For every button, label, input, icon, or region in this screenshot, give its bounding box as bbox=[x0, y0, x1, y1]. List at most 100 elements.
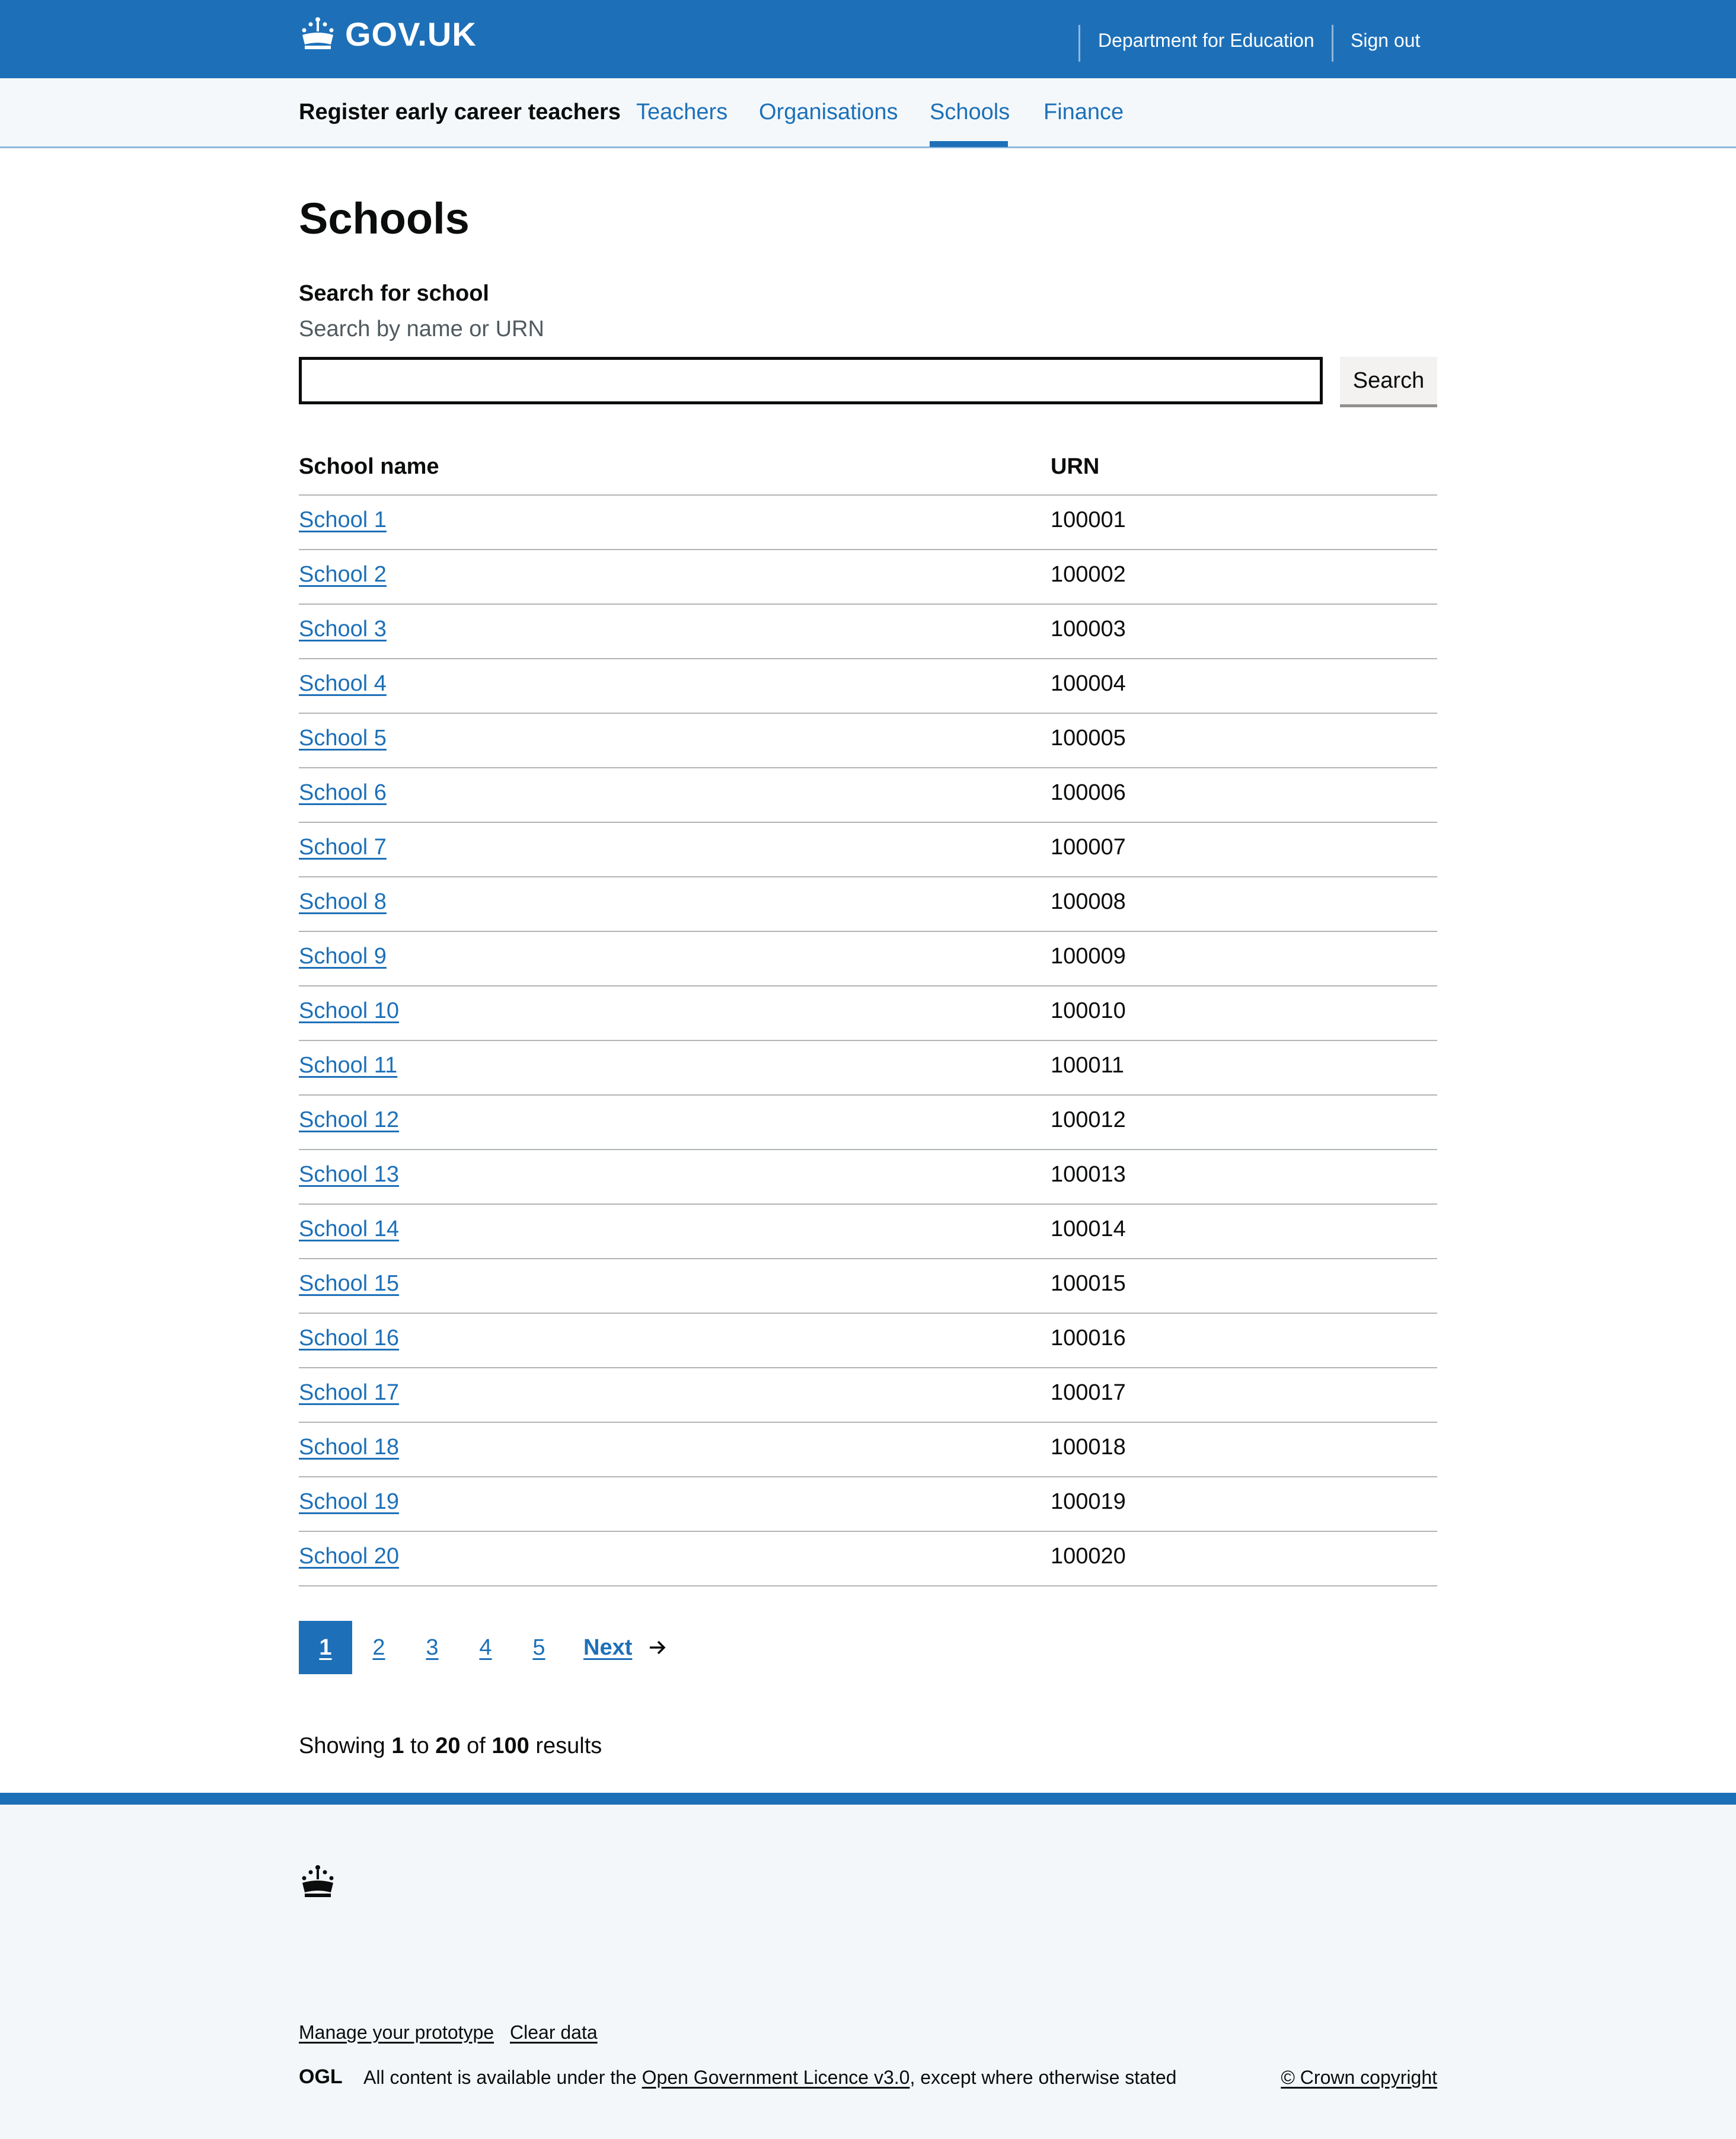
ogl-logo-text: OGL bbox=[299, 2065, 343, 2087]
table-row: School 5 100005 bbox=[299, 713, 1437, 767]
school-name-link[interactable]: School 17 bbox=[299, 1380, 399, 1406]
licence-prefix: All content is available under the bbox=[363, 2067, 637, 2088]
page-link-1[interactable]: 1 bbox=[299, 1621, 352, 1674]
school-name-link[interactable]: School 7 bbox=[299, 835, 387, 860]
school-name-link[interactable]: School 8 bbox=[299, 889, 387, 915]
govuk-logotype: GOV.UK bbox=[345, 15, 477, 53]
column-header-school-name: School name bbox=[299, 454, 439, 479]
school-name-link[interactable]: School 12 bbox=[299, 1107, 399, 1133]
nav-item-teachers[interactable]: Teachers bbox=[636, 100, 727, 125]
school-urn: 100003 bbox=[1051, 617, 1126, 641]
table-bottom-border bbox=[299, 1585, 1437, 1586]
school-urn: 100006 bbox=[1051, 780, 1126, 805]
table-row: School 15 100015 bbox=[299, 1258, 1437, 1313]
table-row: School 12 100012 bbox=[299, 1094, 1437, 1149]
department-link[interactable]: Department for Education bbox=[1098, 30, 1314, 52]
page-link-2[interactable]: 2 bbox=[352, 1621, 406, 1674]
school-urn: 100002 bbox=[1051, 562, 1126, 587]
search-label: Search for school bbox=[299, 281, 489, 306]
results-to-word: to bbox=[410, 1733, 429, 1758]
school-urn: 100020 bbox=[1051, 1544, 1126, 1569]
school-name-link[interactable]: School 6 bbox=[299, 780, 387, 806]
table-row: School 11 100011 bbox=[299, 1040, 1437, 1094]
school-urn: 100016 bbox=[1051, 1326, 1126, 1351]
nav-item-finance[interactable]: Finance bbox=[1043, 100, 1124, 125]
school-urn: 100018 bbox=[1051, 1435, 1126, 1460]
results-summary: Showing 1 to 20 of 100 results bbox=[299, 1733, 602, 1759]
table-row: School 8 100008 bbox=[299, 876, 1437, 931]
table-row: School 16 100016 bbox=[299, 1313, 1437, 1367]
school-urn: 100011 bbox=[1051, 1053, 1124, 1078]
school-urn: 100004 bbox=[1051, 671, 1126, 696]
nav-item-organisations[interactable]: Organisations bbox=[759, 100, 898, 125]
nav-active-indicator bbox=[930, 141, 1008, 147]
licence-link[interactable]: Open Government Licence v3.0 bbox=[642, 2067, 910, 2088]
table-row: School 13 100013 bbox=[299, 1149, 1437, 1203]
licence-text: All content is available under the Open … bbox=[363, 2067, 1176, 2089]
results-total: 100 bbox=[492, 1733, 529, 1758]
table-row: School 1 100001 bbox=[299, 494, 1437, 549]
results-prefix: Showing bbox=[299, 1733, 385, 1758]
school-name-link[interactable]: School 20 bbox=[299, 1544, 399, 1569]
ogl-logo: OGL bbox=[299, 2065, 343, 2087]
header-divider bbox=[1332, 25, 1333, 62]
results-from: 1 bbox=[391, 1733, 404, 1758]
school-urn: 100013 bbox=[1051, 1162, 1126, 1187]
licence-suffix: , except where otherwise stated bbox=[910, 2067, 1177, 2088]
table-row: School 6 100006 bbox=[299, 767, 1437, 822]
school-name-link[interactable]: School 18 bbox=[299, 1435, 399, 1460]
table-row: School 19 100019 bbox=[299, 1476, 1437, 1531]
school-urn: 100019 bbox=[1051, 1489, 1126, 1514]
arrow-right-icon bbox=[650, 1640, 666, 1655]
school-urn: 100012 bbox=[1051, 1107, 1126, 1132]
sign-out-link[interactable]: Sign out bbox=[1351, 30, 1420, 52]
page-link-5[interactable]: 5 bbox=[512, 1621, 566, 1674]
school-name-link[interactable]: School 1 bbox=[299, 507, 387, 533]
results-to: 20 bbox=[435, 1733, 461, 1758]
school-name-link[interactable]: School 13 bbox=[299, 1162, 399, 1187]
school-name-link[interactable]: School 10 bbox=[299, 998, 399, 1024]
school-urn: 100005 bbox=[1051, 726, 1126, 751]
school-name-link[interactable]: School 15 bbox=[299, 1271, 399, 1297]
govuk-logo-link[interactable]: GOV.UK bbox=[299, 13, 477, 55]
school-name-link[interactable]: School 11 bbox=[299, 1053, 397, 1078]
table-row: School 3 100003 bbox=[299, 604, 1437, 658]
govuk-footer: Manage your prototype Clear data OGL All… bbox=[0, 1793, 1736, 2139]
crown-icon bbox=[302, 1865, 334, 1897]
nav-item-schools[interactable]: Schools bbox=[930, 100, 1010, 125]
footer-link-clear-data[interactable]: Clear data bbox=[510, 2022, 598, 2044]
table-row: School 9 100009 bbox=[299, 931, 1437, 985]
school-name-link[interactable]: School 3 bbox=[299, 617, 387, 642]
school-urn: 100017 bbox=[1051, 1380, 1126, 1405]
table-row: School 20 100020 bbox=[299, 1531, 1437, 1585]
crown-copyright-link[interactable]: © Crown copyright bbox=[1281, 2067, 1437, 2089]
school-urn: 100008 bbox=[1051, 889, 1126, 914]
page-link-4[interactable]: 4 bbox=[459, 1621, 512, 1674]
search-button[interactable]: Search bbox=[1340, 357, 1437, 404]
school-name-link[interactable]: School 5 bbox=[299, 726, 387, 751]
table-row: School 2 100002 bbox=[299, 549, 1437, 604]
results-of-word: of bbox=[467, 1733, 486, 1758]
school-urn: 100010 bbox=[1051, 998, 1126, 1023]
school-name-link[interactable]: School 9 bbox=[299, 944, 387, 969]
footer-link-manage-prototype[interactable]: Manage your prototype bbox=[299, 2022, 494, 2044]
school-urn: 100009 bbox=[1051, 944, 1126, 969]
school-name-link[interactable]: School 16 bbox=[299, 1326, 399, 1351]
service-name[interactable]: Register early career teachers bbox=[299, 100, 621, 125]
school-name-link[interactable]: School 19 bbox=[299, 1489, 399, 1515]
page-link-3[interactable]: 3 bbox=[406, 1621, 459, 1674]
govuk-header: GOV.UK Department for Education Sign out bbox=[0, 0, 1736, 78]
school-name-link[interactable]: School 2 bbox=[299, 562, 387, 588]
next-page-link[interactable]: Next bbox=[583, 1621, 632, 1674]
table-row: School 4 100004 bbox=[299, 658, 1437, 713]
table-row: School 17 100017 bbox=[299, 1367, 1437, 1422]
school-urn: 100015 bbox=[1051, 1271, 1126, 1296]
search-input[interactable] bbox=[299, 357, 1323, 404]
school-name-link[interactable]: School 14 bbox=[299, 1217, 399, 1242]
page-title: Schools bbox=[299, 194, 470, 243]
school-name-link[interactable]: School 4 bbox=[299, 671, 387, 697]
search-hint: Search by name or URN bbox=[299, 317, 544, 341]
results-suffix: results bbox=[535, 1733, 602, 1758]
school-urn: 100007 bbox=[1051, 835, 1126, 860]
school-urn: 100014 bbox=[1051, 1217, 1126, 1241]
